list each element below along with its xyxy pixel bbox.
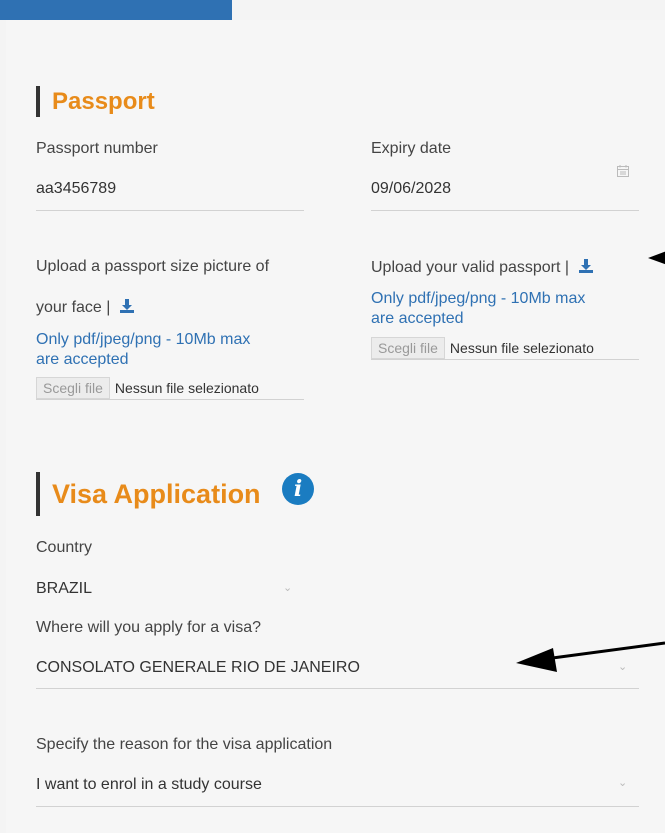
title-accent-bar <box>36 86 40 117</box>
chevron-down-icon[interactable]: ⌄ <box>618 776 627 789</box>
passport-upload-label: Upload your valid passport | <box>371 258 594 277</box>
download-icon[interactable] <box>119 298 135 314</box>
expiry-date-label: Expiry date <box>371 140 452 157</box>
expiry-date-input[interactable]: 09/06/2028 <box>371 180 451 198</box>
visa-title-text: Visa Application <box>52 478 261 509</box>
reason-underline <box>36 806 639 807</box>
passport-number-underline <box>36 210 304 211</box>
passport-section-title: Passport <box>36 86 155 117</box>
photo-upload-label-1: Upload a passport size picture of <box>36 258 270 275</box>
expiry-date-underline <box>371 210 639 211</box>
calendar-icon[interactable] <box>616 164 630 178</box>
photo-hint: Only pdf/jpeg/png - 10Mb max are accepte… <box>36 330 250 370</box>
apply-location-select[interactable]: CONSOLATO GENERALE RIO DE JANEIRO <box>36 659 360 677</box>
title-accent-bar <box>36 472 40 516</box>
download-icon[interactable] <box>578 258 594 274</box>
passport-upload-label-text: Upload your valid passport | <box>371 259 570 276</box>
photo-hint-line-1: Only pdf/jpeg/png - 10Mb max <box>36 331 251 348</box>
top-nav-bar <box>0 0 232 20</box>
country-select[interactable]: BRAZIL <box>36 580 92 598</box>
apply-location-label: Where will you apply for a visa? <box>36 619 261 636</box>
passport-hint-line-2: are accepted <box>371 310 464 327</box>
reason-select[interactable]: I want to enrol in a study course <box>36 776 262 794</box>
chevron-down-icon[interactable]: ⌄ <box>283 581 292 594</box>
info-icon[interactable]: i <box>282 473 314 505</box>
passport-title-text: Passport <box>52 87 155 115</box>
photo-upload-label-2-text: your face | <box>36 299 111 316</box>
reason-label: Specify the reason for the visa applicat… <box>36 736 333 753</box>
passport-number-label: Passport number <box>36 140 158 157</box>
passport-file-input[interactable]: Scegli file Nessun file selezionato <box>371 336 639 360</box>
photo-file-input[interactable]: Scegli file Nessun file selezionato <box>36 376 304 400</box>
chevron-down-icon[interactable]: ⌄ <box>618 660 627 673</box>
visa-section-title: Visa Application <box>36 472 261 516</box>
passport-number-input[interactable]: aa3456789 <box>36 180 116 198</box>
choose-file-button[interactable]: Scegli file <box>36 376 110 399</box>
apply-location-underline <box>36 688 639 689</box>
photo-hint-line-2: are accepted <box>36 351 129 368</box>
passport-hint: Only pdf/jpeg/png - 10Mb max are accepte… <box>371 289 585 329</box>
passport-hint-line-1: Only pdf/jpeg/png - 10Mb max <box>371 290 586 307</box>
photo-upload-label-2: your face | <box>36 298 135 317</box>
choose-file-button[interactable]: Scegli file <box>371 336 445 359</box>
no-file-text: Nessun file selezionato <box>114 379 259 396</box>
country-label: Country <box>36 539 93 556</box>
no-file-text: Nessun file selezionato <box>449 339 594 356</box>
